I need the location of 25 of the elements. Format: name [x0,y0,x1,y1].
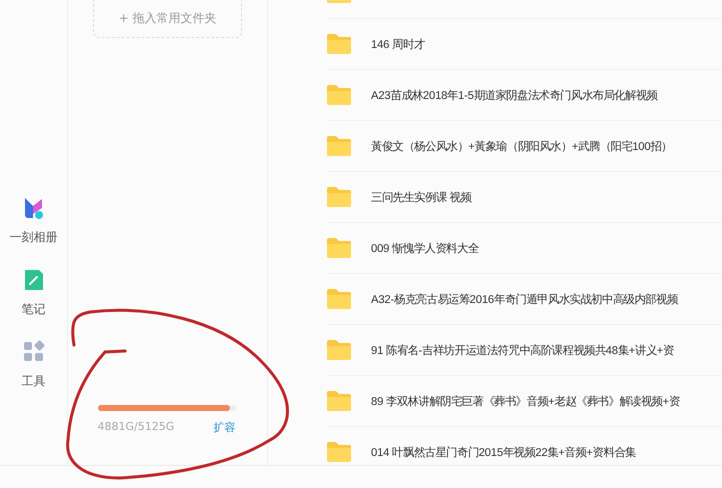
folder-icon [326,84,352,106]
folder-icon [326,186,352,208]
folder-icon [326,441,352,463]
folder-name[interactable]: 黃俊文（杨公风水）+黃象瑜（阴阳风水）+武腾（阳宅100招） [371,138,672,154]
folder-name[interactable]: 146 周时才 [371,36,425,52]
folder-name[interactable]: 三问先生实例课 视频 [371,190,472,204]
folder-icon [326,339,352,361]
nav-item[interactable]: 笔记 [22,268,46,318]
apps-icon [22,340,44,364]
folder-icon [326,390,352,412]
folder-icon [326,135,352,157]
nav-item[interactable]: 一刻相册 [10,196,58,246]
storage-usage: 4881G/5125G [98,420,174,435]
nav-item[interactable]: 工具 [22,340,46,390]
note-icon [22,268,44,292]
folder-name[interactable]: 014 叶飘然古星门奇门2015年视频22集+音频+资料合集 [371,444,636,460]
folder-name[interactable]: 91 陈宥名-吉祥坊开运道法符咒中高阶课程视频共48集+讲义+资 [371,342,674,358]
folder-icon [326,288,352,310]
folder-name[interactable]: 89 李双林讲解阴宅巨著《葬书》音频+老赵《葬书》解读视频+资 [371,394,680,408]
folder-icon [326,237,352,259]
folder-name[interactable]: 009 惭愧学人资料大全 [371,240,479,256]
folder-name[interactable]: A23苗成林2018年1-5期道家阴盘法术奇门风水布局化解视频 [371,88,658,102]
logo-icon [22,196,44,220]
folder-name[interactable]: A32-杨克亮古易运筹2016年奇门遁甲风水实战初中高级内部视频 [371,292,678,306]
folder-icon [326,33,352,55]
